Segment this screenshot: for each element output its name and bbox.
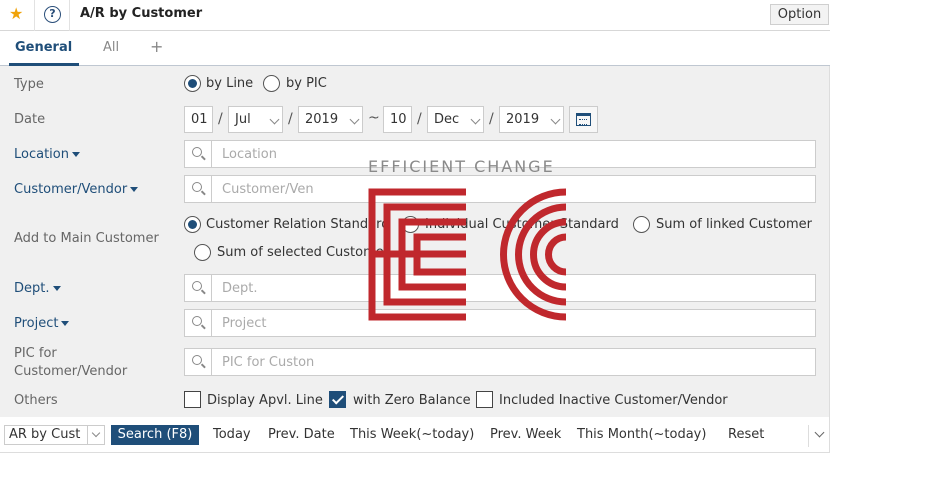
this-month-link[interactable]: This Month(~today) [577,427,706,442]
project-label-text: Project [14,316,59,331]
project-label[interactable]: Project [14,316,70,331]
chevron-down-icon [87,426,104,444]
help-icon[interactable]: ? [44,6,61,23]
report-type-select[interactable]: AR by Cust [4,425,105,445]
option-button[interactable]: Option [770,4,829,25]
customer-vendor-label-text: Customer/Vendor [14,182,128,197]
date-to-month-select[interactable]: Dec [427,106,484,133]
location-label[interactable]: Location [14,147,80,162]
chevron-down-icon [470,114,481,125]
divider [34,0,35,31]
divider [69,0,70,31]
sum-linked-customer-radio[interactable] [633,216,650,233]
prev-week-link[interactable]: Prev. Week [490,427,561,442]
tab-bar: General All + [0,31,830,66]
tab-all[interactable]: All [103,40,119,55]
this-week-link[interactable]: This Week(~today) [350,427,474,442]
tab-general[interactable]: General [15,40,72,55]
project-search [184,309,816,337]
date-from-day-input[interactable]: 01 [184,106,213,133]
location-search [184,140,816,168]
date-from-year-value: 2019 [305,112,339,127]
type-by-pic-radio[interactable] [263,75,280,92]
display-apvl-line-checkbox[interactable] [184,391,201,408]
customer-relation-standard-radio[interactable] [184,216,201,233]
chevron-down-icon [269,114,280,125]
date-from-month-select[interactable]: Jul [228,106,283,133]
search-icon[interactable] [185,176,212,202]
date-slash: / [417,111,422,127]
with-zero-balance-checkbox[interactable] [329,391,346,408]
customer-vendor-label[interactable]: Customer/Vendor [14,182,139,197]
search-icon[interactable] [185,275,212,301]
pic-label-line1: PIC for [14,346,57,361]
customer-vendor-search [184,175,816,203]
search-icon[interactable] [185,310,212,336]
type-by-line-radio[interactable] [184,75,201,92]
sum-linked-customer-label: Sum of linked Customer [656,217,813,232]
caret-down-icon [71,152,80,157]
calendar-button[interactable] [569,106,598,133]
chevron-down-icon [550,114,561,125]
sum-selected-customer-label: Sum of selected Customer [217,245,390,260]
date-from-month-value: Jul [235,112,251,127]
individual-customer-standard-label: Individual Customer Standard [425,217,619,232]
sum-selected-customer-radio[interactable] [194,244,211,261]
dept-input[interactable] [213,275,813,301]
pic-label-line2: Customer/Vendor [14,364,128,379]
date-slash: / [218,111,223,127]
pic-search [184,348,816,376]
type-by-pic-label: by PIC [286,76,327,91]
caret-down-icon [52,286,61,291]
individual-customer-standard-radio[interactable] [402,216,419,233]
pic-input[interactable] [213,349,813,375]
date-to-year-select[interactable]: 2019 [499,106,564,133]
search-form: Type by Line by PIC Date 01 / Jul / 2019… [0,66,830,417]
date-to-day-input[interactable]: 10 [383,106,412,133]
dept-label-text: Dept. [14,281,50,296]
title-bar: ★ ? A/R by Customer Option [0,0,830,31]
date-to-month-value: Dec [434,112,460,127]
date-label: Date [14,112,46,127]
report-type-value: AR by Cust [9,427,81,442]
calendar-icon [576,113,591,126]
caret-down-icon [130,187,139,192]
caret-down-icon [61,321,70,326]
search-icon[interactable] [185,141,212,167]
customer-vendor-input[interactable] [213,176,813,202]
display-apvl-line-label: Display Apvl. Line [207,393,323,408]
add-to-main-customer-label: Add to Main Customer [14,231,159,246]
location-label-text: Location [14,147,69,162]
add-tab-button[interactable]: + [150,37,163,56]
customer-relation-standard-label: Customer Relation Standard [206,217,390,232]
search-button[interactable]: Search (F8) [111,425,199,445]
reset-link[interactable]: Reset [728,427,764,442]
date-slash: / [489,111,494,127]
expand-chevron-icon[interactable] [808,425,830,447]
project-input[interactable] [213,310,813,336]
included-inactive-checkbox[interactable] [476,391,493,408]
others-label: Others [14,393,58,408]
footer-toolbar: AR by Cust Search (F8) Today Prev. Date … [0,417,830,453]
date-to-year-value: 2019 [506,112,540,127]
dept-label[interactable]: Dept. [14,281,61,296]
date-from-year-select[interactable]: 2019 [298,106,363,133]
search-icon[interactable] [185,349,212,375]
star-icon[interactable]: ★ [9,4,25,24]
with-zero-balance-label: with Zero Balance [353,393,471,408]
type-by-line-label: by Line [206,76,254,91]
included-inactive-label: Included Inactive Customer/Vendor [499,393,728,408]
chevron-down-icon [349,114,360,125]
date-range-separator: ~ [368,110,380,126]
type-label: Type [14,77,44,92]
date-slash: / [288,111,293,127]
dept-search [184,274,816,302]
today-link[interactable]: Today [213,427,251,442]
page-title: A/R by Customer [80,6,203,21]
location-input[interactable] [213,141,813,167]
prev-date-link[interactable]: Prev. Date [268,427,335,442]
